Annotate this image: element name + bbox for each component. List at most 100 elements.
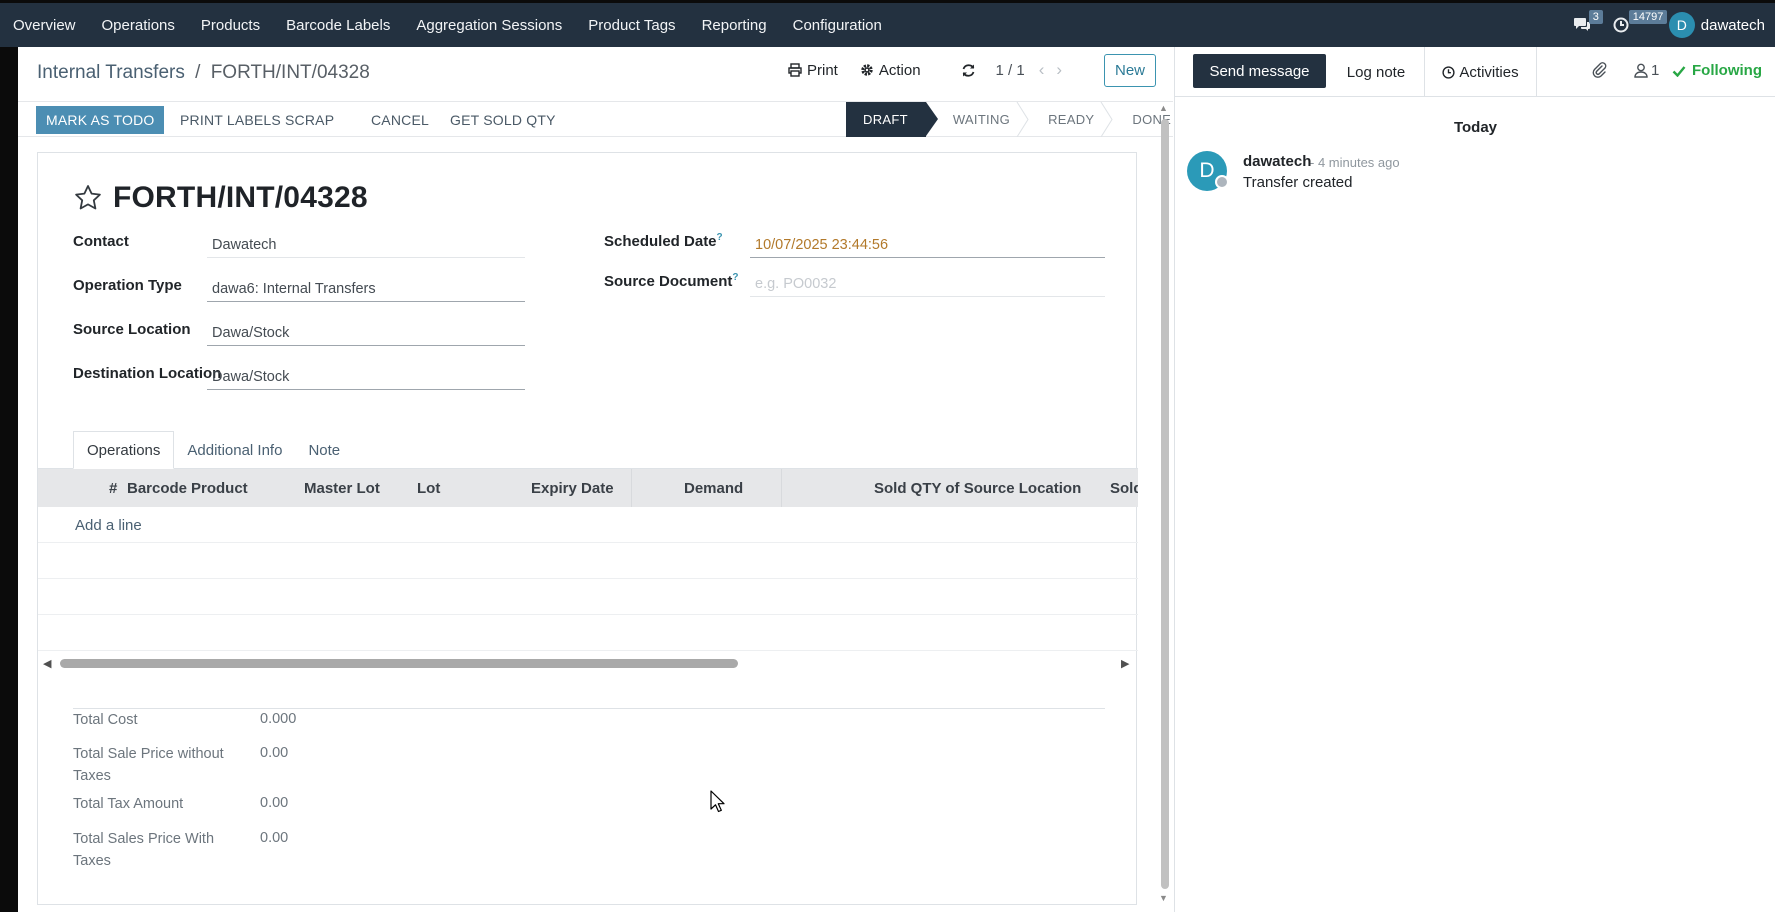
tab-additional-info[interactable]: Additional Info [174, 431, 295, 469]
messages-badge: 3 [1588, 10, 1603, 24]
total-tax-amount-value: 0.00 [260, 795, 289, 811]
scroll-left-icon[interactable]: ◀ [43, 657, 51, 670]
get-sold-qty-button[interactable]: GET SOLD QTY [440, 106, 566, 134]
followers-button[interactable]: 1 [1634, 62, 1659, 79]
total-sale-price-without-taxes-value: 0.00 [260, 745, 289, 761]
add-line-link[interactable]: Add a line [75, 517, 142, 534]
user-icon [1634, 63, 1648, 78]
action-menu-button[interactable]: Action [860, 62, 921, 79]
pager-previous-icon[interactable]: ‹ [1039, 60, 1045, 80]
source-document-label-text: Source Document [604, 273, 733, 290]
menu-reporting[interactable]: Reporting [689, 17, 780, 34]
scroll-down-icon[interactable]: ▼ [1159, 893, 1168, 903]
date-separator: Today [1453, 119, 1498, 136]
destination-location-label: Destination Location [73, 365, 222, 382]
activities-badge: 14797 [1628, 10, 1668, 24]
breadcrumb-parent-link[interactable]: Internal Transfers [37, 62, 185, 83]
column-header-number[interactable]: # [109, 480, 117, 497]
star-icon[interactable] [73, 183, 103, 213]
activities-button[interactable]: Activities [1425, 47, 1537, 97]
stage-waiting[interactable]: WAITING [926, 102, 1029, 137]
column-header-lot[interactable]: Lot [417, 480, 440, 497]
column-header-sold-qty-source[interactable]: Sold QTY of Source Location [874, 480, 1081, 497]
message-author[interactable]: dawatech [1243, 153, 1311, 170]
printer-icon [788, 63, 802, 77]
activities-label: Activities [1459, 63, 1519, 81]
pager-next-icon[interactable]: › [1056, 60, 1062, 80]
scrap-button[interactable]: SCRAP [275, 106, 344, 134]
message-timestamp: - 4 minutes ago [1310, 155, 1400, 170]
pager-value[interactable]: 1 / 1 [996, 62, 1025, 79]
vertical-scroll-thumb[interactable] [1161, 119, 1169, 889]
menu-product-tags[interactable]: Product Tags [575, 17, 688, 34]
contact-label: Contact [73, 233, 129, 250]
messaging-button[interactable]: 3 [1573, 10, 1603, 33]
activities-button[interactable]: 14797 [1613, 10, 1668, 33]
record-title: FORTH/INT/04328 [73, 181, 368, 215]
total-sales-price-with-taxes-label: Total Sales Price With Taxes [73, 831, 215, 869]
menu-products[interactable]: Products [188, 17, 273, 34]
vertical-scrollbar[interactable]: ▲ ▼ [1158, 103, 1170, 903]
cancel-button[interactable]: CANCEL [361, 106, 439, 134]
operation-type-field[interactable]: dawa6: Internal Transfers [207, 275, 525, 302]
source-location-field[interactable]: Dawa/Stock [207, 319, 525, 346]
print-label: Print [807, 61, 838, 79]
help-tooltip-icon[interactable]: ? [732, 272, 738, 283]
source-document-label: Source Document? [604, 272, 738, 290]
record-name: FORTH/INT/04328 [113, 181, 368, 214]
column-header-product[interactable]: Product [191, 480, 248, 497]
totals-divider [73, 708, 1105, 709]
menu-operations[interactable]: Operations [89, 17, 188, 34]
stage-draft[interactable]: DRAFT [846, 102, 938, 137]
log-note-button[interactable]: Log note [1328, 47, 1425, 97]
horizontal-scrollbar[interactable]: ◀ ▶ [38, 655, 1138, 671]
column-header-barcode[interactable]: Barcode [127, 480, 187, 497]
followers-count: 1 [1651, 62, 1660, 79]
action-label: Action [878, 61, 921, 79]
stage-ready[interactable]: READY [1028, 102, 1113, 137]
column-header-expiry-date[interactable]: Expiry Date [531, 480, 614, 497]
user-menu[interactable]: D dawatech [1668, 12, 1765, 38]
stage-waiting-label: WAITING [952, 112, 1011, 127]
destination-location-field[interactable]: Dawa/Stock [207, 363, 525, 390]
form-statusbar: MARK AS TODO PRINT LABELS SCRAP CANCEL G… [18, 101, 1173, 137]
mark-as-todo-button[interactable]: MARK AS TODO [36, 106, 165, 134]
paperclip-icon[interactable] [1591, 61, 1607, 79]
check-icon [1672, 65, 1686, 77]
user-name: dawatech [1700, 16, 1765, 34]
new-record-button[interactable]: New [1104, 54, 1156, 87]
clock-icon [1613, 17, 1629, 33]
menu-barcode-labels[interactable]: Barcode Labels [273, 17, 403, 34]
source-location-label: Source Location [73, 321, 191, 338]
column-header-demand[interactable]: Demand [684, 480, 743, 497]
print-menu-button[interactable]: Print [788, 62, 838, 79]
navbar-systray: 3 14797 D dawatech [1573, 3, 1775, 47]
help-tooltip-icon[interactable]: ? [717, 232, 723, 243]
scroll-right-icon[interactable]: ▶ [1121, 657, 1129, 670]
scheduled-date-field[interactable]: 10/07/2025 23:44:56 [750, 231, 1105, 258]
total-cost-value: 0.000 [260, 711, 297, 727]
menu-configuration[interactable]: Configuration [780, 17, 895, 34]
horizontal-scroll-thumb[interactable] [60, 659, 738, 668]
total-sales-price-with-taxes-value: 0.00 [260, 830, 289, 846]
table-row [38, 542, 1138, 543]
menu-aggregation-sessions[interactable]: Aggregation Sessions [403, 17, 575, 34]
following-button[interactable]: Following [1672, 62, 1762, 79]
control-panel-actions: Print Action 1 / 1 ‹ › [788, 60, 1074, 80]
column-header-sold[interactable]: Sold [1110, 480, 1138, 497]
column-separator [781, 469, 782, 507]
stage-ready-label: READY [1048, 112, 1095, 127]
column-header-master-lot[interactable]: Master Lot [304, 480, 380, 497]
scroll-up-icon[interactable]: ▲ [1159, 103, 1168, 113]
tab-note[interactable]: Note [295, 431, 353, 469]
tab-operations[interactable]: Operations [73, 431, 175, 469]
send-message-button[interactable]: Send message [1193, 54, 1326, 88]
message-body: Transfer created [1243, 174, 1353, 191]
contact-field[interactable]: Dawatech [207, 231, 525, 258]
refresh-icon[interactable] [961, 63, 976, 78]
source-document-field[interactable]: e.g. PO0032 [750, 270, 1105, 297]
scheduled-date-label-text: Scheduled Date [604, 233, 717, 250]
chatter-panel: Send message Log note Activities 1 Follo… [1174, 47, 1775, 912]
menu-overview[interactable]: Overview [0, 17, 89, 34]
print-labels-button[interactable]: PRINT LABELS [170, 106, 291, 134]
